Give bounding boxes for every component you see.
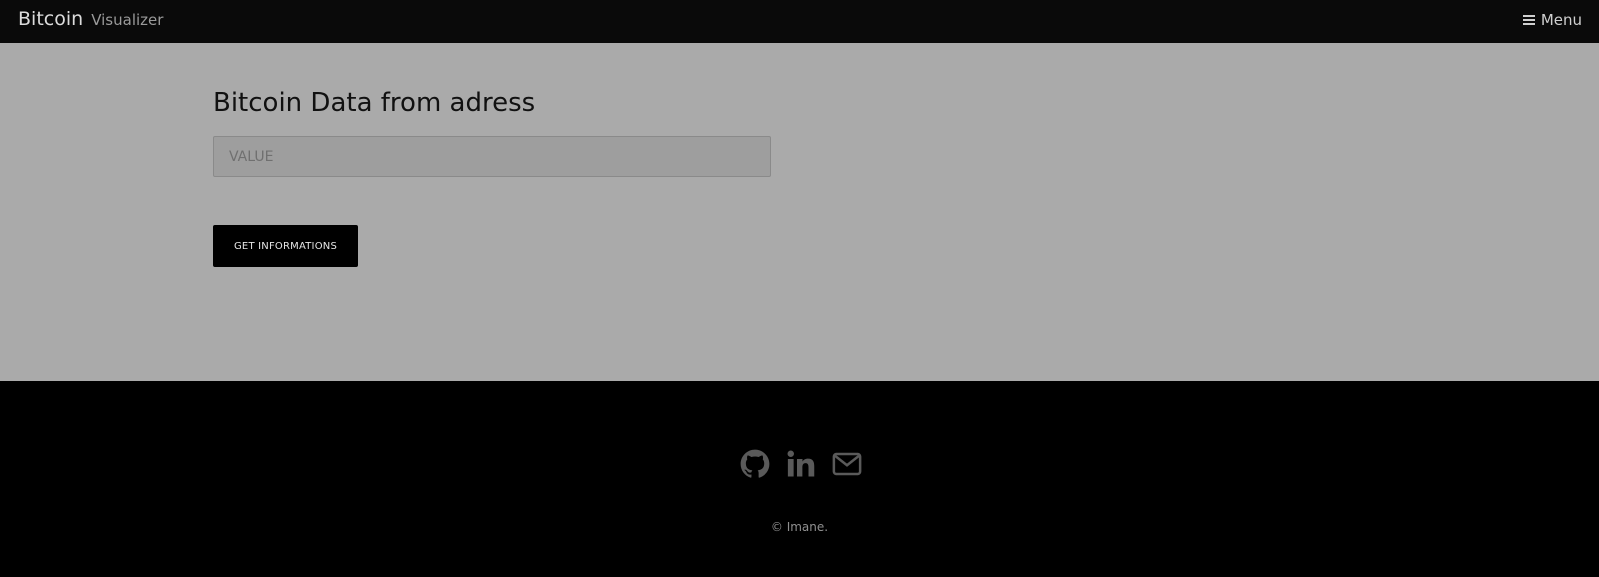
- social-links: [740, 449, 862, 479]
- brand-subtitle: Visualizer: [91, 11, 164, 29]
- brand-title: Bitcoin: [18, 8, 84, 30]
- hamburger-icon: [1522, 14, 1535, 26]
- main-section: Bitcoin Data from adress GET INFORMATION…: [0, 43, 1599, 381]
- menu-label: Menu: [1540, 11, 1582, 29]
- navbar: Bitcoin Visualizer Menu: [0, 0, 1599, 43]
- value-input[interactable]: [213, 136, 771, 177]
- envelope-icon[interactable]: [832, 449, 862, 479]
- menu-button[interactable]: Menu: [1522, 11, 1582, 29]
- linkedin-icon[interactable]: [786, 449, 816, 479]
- get-informations-button[interactable]: GET INFORMATIONS: [213, 225, 358, 267]
- page-title: Bitcoin Data from adress: [213, 88, 536, 118]
- footer: © Imane.: [0, 381, 1599, 577]
- github-icon[interactable]: [740, 449, 770, 479]
- brand-logo[interactable]: Bitcoin Visualizer: [18, 8, 163, 31]
- copyright-text: © Imane.: [770, 520, 829, 534]
